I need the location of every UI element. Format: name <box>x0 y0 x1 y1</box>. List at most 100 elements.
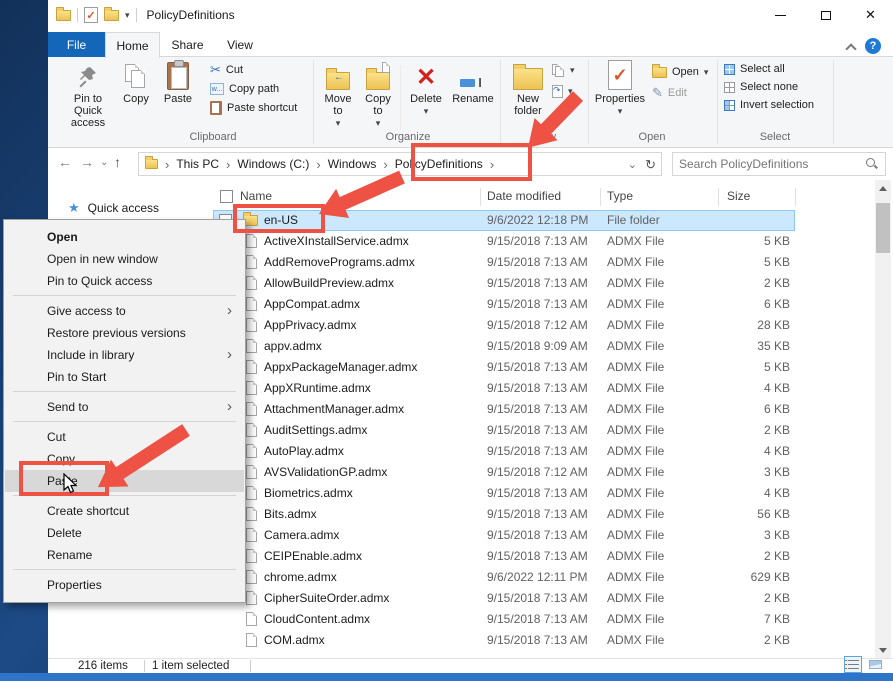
qat-dropdown-icon[interactable]: ▾ <box>125 10 130 21</box>
file-row[interactable]: AutoPlay.admx 9/15/2018 7:13 AM ADMX Fil… <box>213 441 795 462</box>
properties-qat-icon[interactable]: ✓ <box>84 7 98 23</box>
file-row[interactable]: CipherSuiteOrder.admx 9/15/2018 7:13 AM … <box>213 588 795 609</box>
file-size: 28 KB <box>653 318 790 332</box>
cut-icon: ✂ <box>210 62 221 78</box>
file-date-modified: 9/15/2018 7:13 AM <box>487 381 588 395</box>
file-row[interactable]: Camera.admx 9/15/2018 7:13 AM ADMX File … <box>213 525 795 546</box>
file-row[interactable]: AddRemovePrograms.admx 9/15/2018 7:13 AM… <box>213 252 795 273</box>
file-row[interactable]: AuditSettings.admx 9/15/2018 7:13 AM ADM… <box>213 420 795 441</box>
file-date-modified: 9/15/2018 7:13 AM <box>487 360 588 374</box>
copy-to-button[interactable]: Copy to▾ <box>360 60 396 129</box>
tab-home[interactable]: Home <box>105 32 160 58</box>
minimize-icon <box>775 15 786 16</box>
close-button[interactable]: ✕ <box>848 0 893 30</box>
context-menu-item[interactable]: Give access to › <box>5 300 244 322</box>
context-menu-item[interactable]: Delete › <box>5 522 244 544</box>
context-menu-item[interactable]: Rename › <box>5 544 244 566</box>
pushpin-icon <box>78 66 98 90</box>
context-menu-item[interactable]: Send to › <box>5 396 244 418</box>
refresh-icon[interactable]: ↻ <box>645 157 656 173</box>
collapse-ribbon-icon[interactable] <box>846 42 855 51</box>
file-row[interactable]: ActiveXInstallService.admx 9/15/2018 7:1… <box>213 231 795 252</box>
details-view-button[interactable] <box>844 656 862 673</box>
sidebar-item-quick-access[interactable]: ★ Quick access <box>68 200 159 216</box>
recent-locations-dropdown-icon[interactable]: ⌄ <box>100 157 108 168</box>
invert-selection-button[interactable]: Invert selection <box>724 97 814 113</box>
context-menu-item[interactable]: Open in new window › <box>5 248 244 270</box>
context-menu-item[interactable]: Properties › <box>5 574 244 596</box>
up-button[interactable]: ↑ <box>114 154 121 170</box>
file-row[interactable]: AppXRuntime.admx 9/15/2018 7:13 AM ADMX … <box>213 378 795 399</box>
search-icon[interactable] <box>866 158 878 170</box>
column-header-size[interactable]: Size <box>727 189 750 203</box>
copy-path-button[interactable]: w... Copy path <box>210 81 279 97</box>
forward-button[interactable]: → <box>80 154 94 170</box>
tab-file[interactable]: File <box>48 32 105 57</box>
file-row[interactable]: AppPrivacy.admx 9/15/2018 7:12 AM ADMX F… <box>213 315 795 336</box>
delete-button[interactable]: ✕ Delete▾ <box>405 60 447 117</box>
file-row[interactable]: Bits.admx 9/15/2018 7:13 AM ADMX File 56… <box>213 504 795 525</box>
file-row[interactable]: AllowBuildPreview.admx 9/15/2018 7:13 AM… <box>213 273 795 294</box>
file-row[interactable]: Biometrics.admx 9/15/2018 7:13 AM ADMX F… <box>213 483 795 504</box>
file-name: CEIPEnable.admx <box>264 549 362 563</box>
file-icon <box>246 507 257 521</box>
file-row[interactable]: chrome.admx 9/6/2022 12:11 PM ADMX File … <box>213 567 795 588</box>
context-menu-item[interactable]: Open › <box>5 226 244 248</box>
open-button[interactable]: Open ▾ <box>652 64 708 80</box>
column-divider[interactable] <box>600 188 601 206</box>
file-row[interactable]: CloudContent.admx 9/15/2018 7:13 AM ADMX… <box>213 609 795 630</box>
back-button[interactable]: ← <box>58 154 72 170</box>
select-all-button[interactable]: Select all <box>724 61 785 77</box>
copy-button[interactable]: Copy <box>118 60 154 105</box>
new-item-button[interactable]: ▾ <box>552 62 575 78</box>
column-header-type[interactable]: Type <box>607 189 633 203</box>
thumbnails-view-button[interactable] <box>866 656 884 673</box>
column-divider[interactable] <box>795 188 796 206</box>
search-input[interactable] <box>679 153 859 175</box>
move-to-button[interactable]: ← Move to▾ <box>320 60 356 129</box>
properties-button[interactable]: ✓ Properties▾ <box>594 60 646 117</box>
file-row[interactable]: AVSValidationGP.admx 9/15/2018 7:12 AM A… <box>213 462 795 483</box>
cut-button[interactable]: ✂ Cut <box>210 62 243 78</box>
column-divider[interactable] <box>480 188 481 206</box>
rename-button[interactable]: I Rename <box>448 60 498 105</box>
column-divider[interactable] <box>718 188 719 206</box>
context-menu-item[interactable]: Pin to Quick access › <box>5 270 244 292</box>
new-folder-qat-icon[interactable] <box>104 10 119 21</box>
file-row[interactable]: AppxPackageManager.admx 9/15/2018 7:13 A… <box>213 357 795 378</box>
edit-button[interactable]: ✎ Edit <box>652 85 687 101</box>
help-icon[interactable]: ? <box>865 38 881 54</box>
tab-share[interactable]: Share <box>160 32 215 57</box>
select-none-button[interactable]: Select none <box>724 79 798 95</box>
column-header-date[interactable]: Date modified <box>487 189 561 203</box>
pin-to-quick-access-button[interactable]: Pin to Quick access <box>60 60 116 129</box>
file-row[interactable]: AttachmentManager.admx 9/15/2018 7:13 AM… <box>213 399 795 420</box>
context-menu-item[interactable]: Pin to Start › <box>5 366 244 388</box>
context-menu-item[interactable]: Restore previous versions › <box>5 322 244 344</box>
file-row[interactable]: CEIPEnable.admx 9/15/2018 7:13 AM ADMX F… <box>213 546 795 567</box>
address-dropdown-icon[interactable]: ⌄ <box>628 158 637 171</box>
paste-button[interactable]: Paste <box>158 60 198 105</box>
column-header-name[interactable]: Name <box>240 189 272 203</box>
header-checkbox[interactable] <box>220 190 233 203</box>
context-menu-item[interactable]: Cut › <box>5 426 244 448</box>
context-menu-item[interactable]: Include in library › <box>5 344 244 366</box>
file-row[interactable]: COM.admx 9/15/2018 7:13 AM ADMX File 2 K… <box>213 630 795 651</box>
vertical-scrollbar[interactable] <box>875 180 891 658</box>
maximize-button[interactable] <box>803 0 848 30</box>
context-menu-item[interactable]: Create shortcut › <box>5 500 244 522</box>
file-size: 6 KB <box>653 297 790 311</box>
breadcrumb-item[interactable]: Windows <box>328 157 377 171</box>
breadcrumb-item[interactable]: This PC <box>176 157 219 171</box>
copy-icon <box>125 64 147 90</box>
minimize-button[interactable] <box>758 0 803 30</box>
scroll-up-icon[interactable] <box>875 180 891 196</box>
file-icon <box>246 591 257 605</box>
file-row[interactable]: AppCompat.admx 9/15/2018 7:13 AM ADMX Fi… <box>213 294 795 315</box>
paste-shortcut-button[interactable]: Paste shortcut <box>210 100 297 116</box>
tab-view[interactable]: View <box>215 32 265 57</box>
file-row[interactable]: appv.admx 9/15/2018 9:09 AM ADMX File 35… <box>213 336 795 357</box>
file-date-modified: 9/15/2018 7:13 AM <box>487 486 588 500</box>
breadcrumb-item[interactable]: Windows (C:) <box>237 157 309 171</box>
scrollbar-thumb[interactable] <box>876 203 890 253</box>
